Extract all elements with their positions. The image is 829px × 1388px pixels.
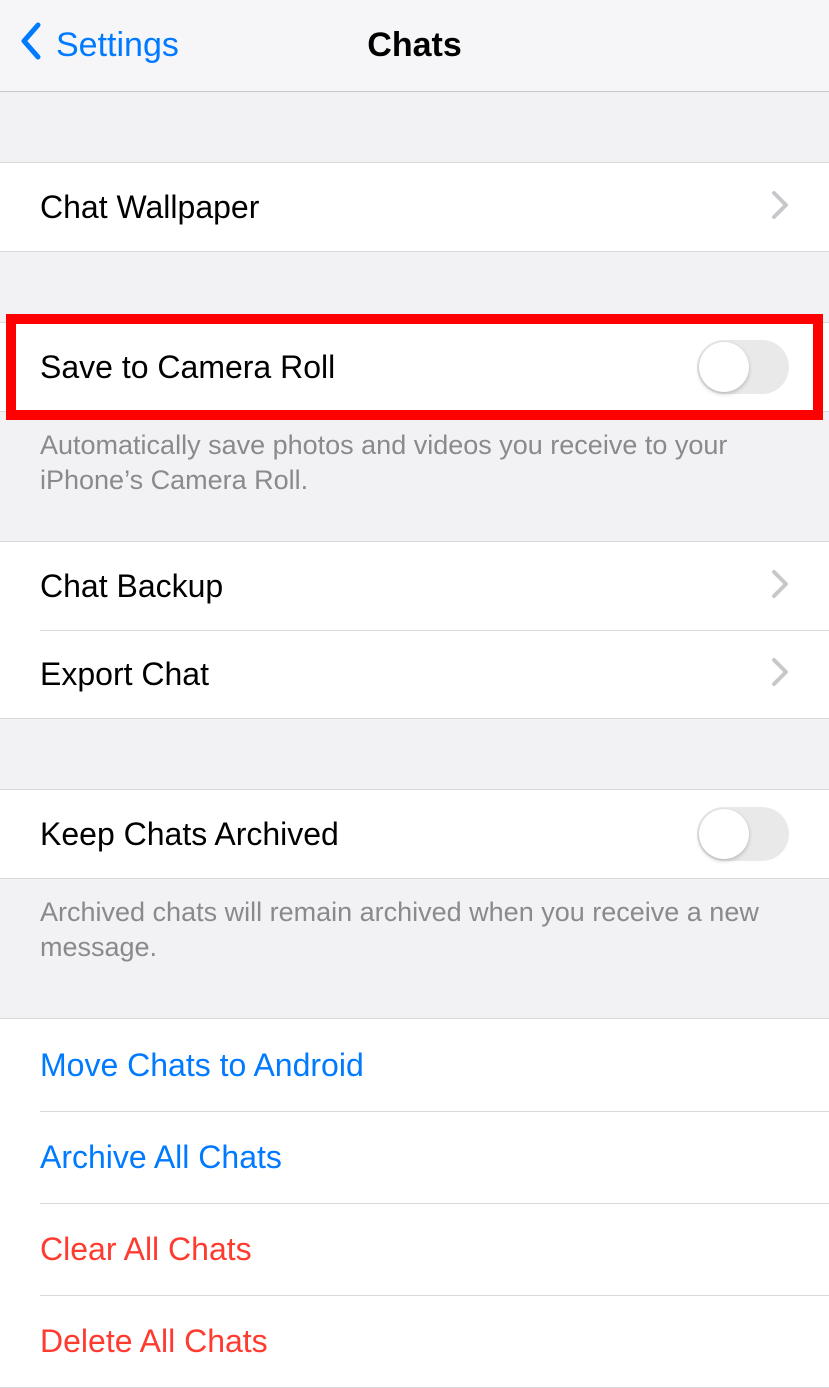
chat-wallpaper-label: Chat Wallpaper <box>40 189 259 226</box>
archive-all-chats-row[interactable]: Archive All Chats <box>0 1111 829 1203</box>
keep-chats-archived-row[interactable]: Keep Chats Archived <box>0 790 829 878</box>
move-chats-to-android-row[interactable]: Move Chats to Android <box>0 1019 829 1111</box>
back-label: Settings <box>56 26 179 65</box>
clear-all-chats-label: Clear All Chats <box>40 1231 252 1268</box>
section-spacer <box>0 964 829 1018</box>
toggle-knob <box>699 342 749 392</box>
chevron-left-icon <box>18 21 56 70</box>
section-spacer <box>0 719 829 789</box>
section-spacer <box>0 92 829 162</box>
keep-chats-archived-toggle[interactable] <box>697 807 789 861</box>
save-to-camera-roll-row[interactable]: Save to Camera Roll <box>0 323 829 411</box>
highlighted-section: Save to Camera Roll <box>0 322 829 412</box>
toggle-knob <box>699 809 749 859</box>
group-keep-archived: Keep Chats Archived <box>0 789 829 879</box>
export-chat-row[interactable]: Export Chat <box>0 630 829 718</box>
section-spacer <box>0 252 829 322</box>
nav-header: Settings Chats <box>0 0 829 92</box>
save-to-camera-roll-toggle[interactable] <box>697 340 789 394</box>
group-save-camera-roll: Save to Camera Roll <box>0 322 829 412</box>
save-to-camera-roll-label: Save to Camera Roll <box>40 349 335 386</box>
keep-chats-archived-label: Keep Chats Archived <box>40 816 339 853</box>
chat-backup-label: Chat Backup <box>40 568 223 605</box>
group-backup-export: Chat Backup Export Chat <box>0 541 829 719</box>
chat-backup-row[interactable]: Chat Backup <box>0 542 829 630</box>
chevron-right-icon <box>771 190 789 225</box>
chevron-right-icon <box>771 569 789 604</box>
group-actions: Move Chats to Android Archive All Chats … <box>0 1018 829 1388</box>
archive-all-chats-label: Archive All Chats <box>40 1139 282 1176</box>
section-spacer <box>0 497 829 541</box>
save-to-camera-roll-footer: Automatically save photos and videos you… <box>0 412 829 497</box>
group-wallpaper: Chat Wallpaper <box>0 162 829 252</box>
export-chat-label: Export Chat <box>40 656 209 693</box>
chat-wallpaper-row[interactable]: Chat Wallpaper <box>0 163 829 251</box>
move-chats-to-android-label: Move Chats to Android <box>40 1047 364 1084</box>
keep-chats-archived-footer: Archived chats will remain archived when… <box>0 879 829 964</box>
delete-all-chats-row[interactable]: Delete All Chats <box>0 1295 829 1387</box>
back-button[interactable]: Settings <box>0 21 179 70</box>
clear-all-chats-row[interactable]: Clear All Chats <box>0 1203 829 1295</box>
delete-all-chats-label: Delete All Chats <box>40 1323 268 1360</box>
chevron-right-icon <box>771 657 789 692</box>
